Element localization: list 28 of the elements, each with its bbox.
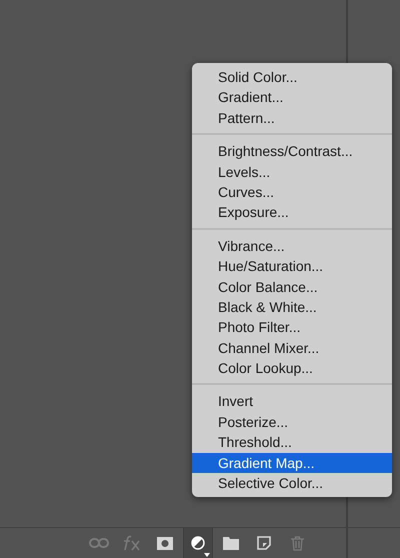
menu-item[interactable]: Selective Color... [192,473,392,494]
menu-item[interactable]: Vibrance... [192,236,392,256]
folder-icon [223,536,239,550]
menu-item[interactable]: Levels... [192,162,392,182]
mask-icon [157,536,173,550]
link-icon [89,537,109,549]
half-circle-icon [191,536,205,550]
menu-item[interactable]: Color Lookup... [192,358,392,378]
dropdown-caret-icon [204,553,210,557]
adjustment-button[interactable] [183,528,213,558]
menu-item[interactable]: Brightness/Contrast... [192,141,392,162]
menu-item[interactable]: Channel Mixer... [192,338,392,358]
menu-item[interactable]: Threshold... [192,432,392,453]
menu-item[interactable]: Pattern... [192,108,392,128]
menu-item[interactable]: Black & White... [192,296,392,318]
menu-item[interactable]: Exposure... [192,202,392,223]
menu-item[interactable]: Photo Filter... [192,317,392,338]
menu-item[interactable]: Invert [192,391,392,412]
menu-item[interactable]: Gradient... [192,87,392,108]
trash-icon [290,536,304,550]
fx-icon [123,535,141,551]
menu-item[interactable]: Solid Color... [192,67,392,88]
menu-item[interactable]: Curves... [192,182,392,202]
menu-item[interactable]: Color Balance... [192,276,392,297]
menu-item[interactable]: Hue/Saturation... [192,256,392,277]
menu-item[interactable]: Posterize... [192,412,392,432]
new-layer-icon [257,536,271,550]
menu-item[interactable]: Gradient Map... [192,452,392,474]
